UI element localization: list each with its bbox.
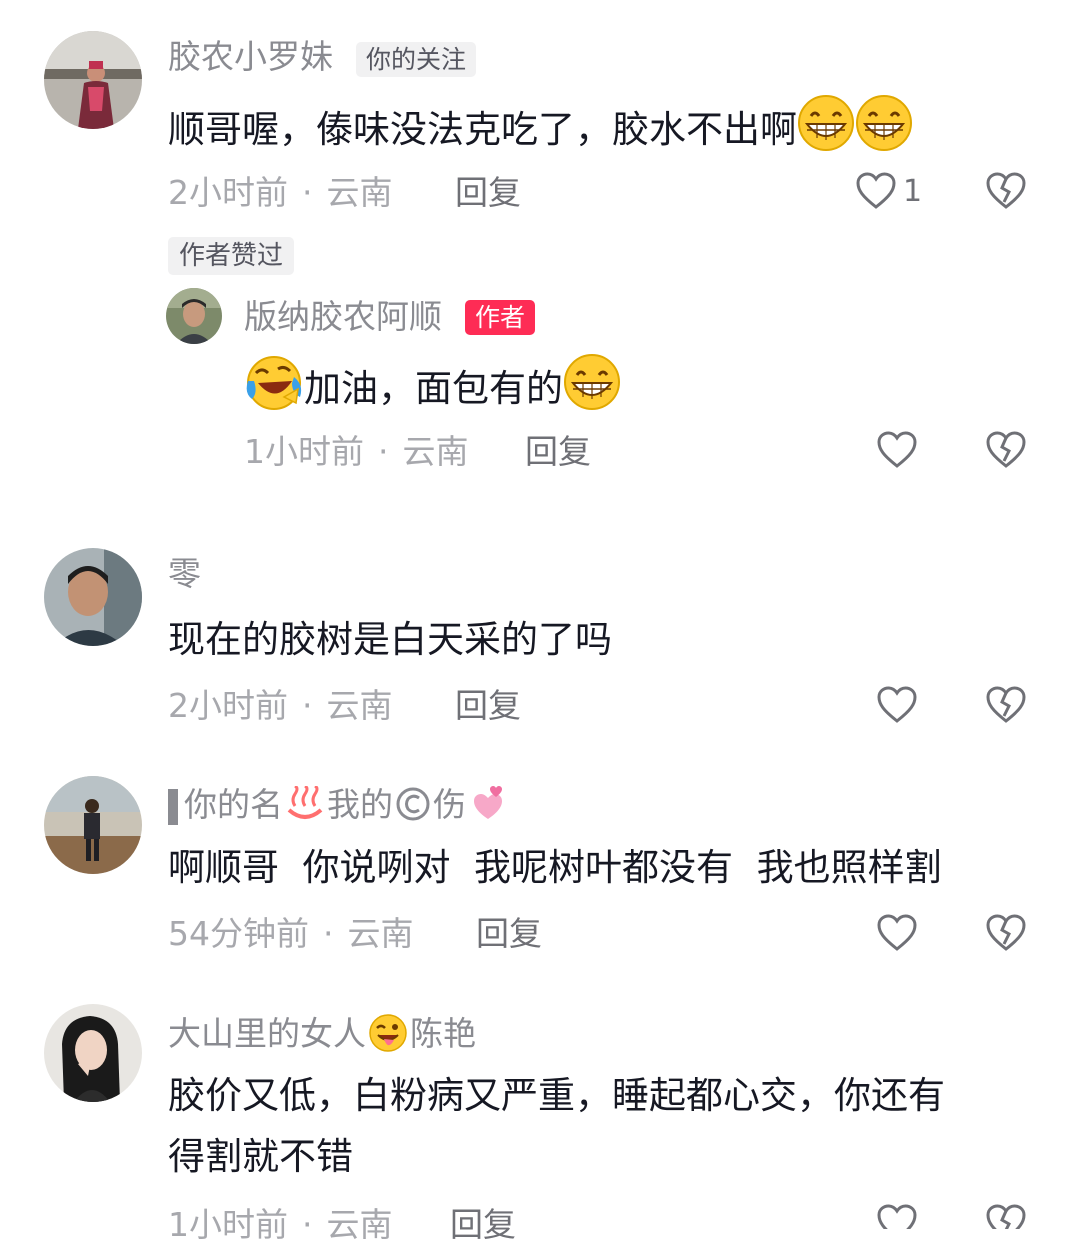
two-hearts-emoji [466, 785, 508, 828]
reply-button[interactable]: 回复 [455, 176, 521, 209]
comment-meta: 2小时前 · 云南 [168, 686, 393, 725]
comment-meta: 2小时前 · 云南 [168, 173, 393, 212]
timestamp: 2小时前 [168, 686, 288, 725]
broken-heart-icon[interactable] [986, 914, 1026, 956]
avatar[interactable] [44, 776, 142, 874]
comment-text: 顺哥喔，傣味没法克吃了，胶水不出啊 [168, 94, 913, 169]
timestamp: 1小时前 [168, 1205, 288, 1244]
reply-button[interactable]: 回复 [525, 435, 591, 468]
heart-outline-icon[interactable] [877, 914, 917, 956]
author-tag: 作者 [465, 300, 536, 335]
reply-button[interactable]: 回复 [455, 689, 521, 722]
timestamp: 54分钟前 [168, 914, 309, 953]
location: 云南 [326, 173, 393, 212]
hot-spring-emoji [285, 784, 325, 827]
copyright-icon [395, 786, 431, 827]
username[interactable]: 零 [168, 557, 201, 590]
like-count: 1 [903, 174, 923, 209]
reply-button[interactable]: 回复 [476, 917, 542, 950]
broken-heart-icon[interactable] [986, 172, 1026, 214]
grin-emoji [797, 94, 855, 169]
comment-text: 啊顺哥 你说咧对 我呢树叶都没有 我也照样割 [168, 846, 942, 889]
broken-heart-icon[interactable] [986, 686, 1026, 728]
following-tag: 你的关注 [356, 42, 477, 77]
avatar[interactable] [44, 31, 142, 129]
grin-emoji [855, 94, 913, 169]
heart-outline-icon[interactable] [877, 686, 917, 728]
comment-text: 现在的胶树是白天采的了吗 [168, 618, 612, 661]
tongue-wink-emoji [368, 1013, 408, 1058]
username[interactable]: 胶农小罗妹 [168, 40, 333, 73]
laugh-cry-emoji [244, 353, 304, 428]
comment-meta: 1小时前 · 云南 [168, 1205, 393, 1244]
avatar[interactable] [44, 1004, 142, 1102]
avatar[interactable] [44, 548, 142, 646]
timestamp: 1小时前 [244, 432, 364, 471]
location: 云南 [326, 686, 393, 725]
reply-button[interactable]: 回复 [450, 1208, 516, 1241]
location: 云南 [347, 914, 414, 953]
heart-outline-icon[interactable] [877, 431, 917, 473]
comment-meta: 54分钟前 · 云南 [168, 914, 414, 953]
comment-text: 胶价又低，白粉病又严重，睡起都心交，你还有 得割就不错 [168, 1074, 945, 1179]
author-liked-badge: 作者赞过 [168, 237, 295, 275]
username[interactable]: 你的名 我的 伤 [168, 784, 508, 828]
username[interactable]: 版纳胶农阿顺 [244, 300, 442, 333]
username[interactable]: 大山里的女人 陈艳 [168, 1013, 476, 1058]
avatar[interactable] [166, 288, 222, 344]
small-badge-icon [168, 788, 178, 825]
location: 云南 [326, 1205, 393, 1244]
comment-text: 加油，面包有的 [244, 353, 621, 428]
broken-heart-icon[interactable] [986, 431, 1026, 473]
timestamp: 2小时前 [168, 173, 288, 212]
location: 云南 [402, 432, 469, 471]
grin-emoji [563, 353, 621, 428]
comment-meta: 1小时前 · 云南 [244, 432, 469, 471]
heart-outline-icon[interactable] [856, 172, 896, 214]
